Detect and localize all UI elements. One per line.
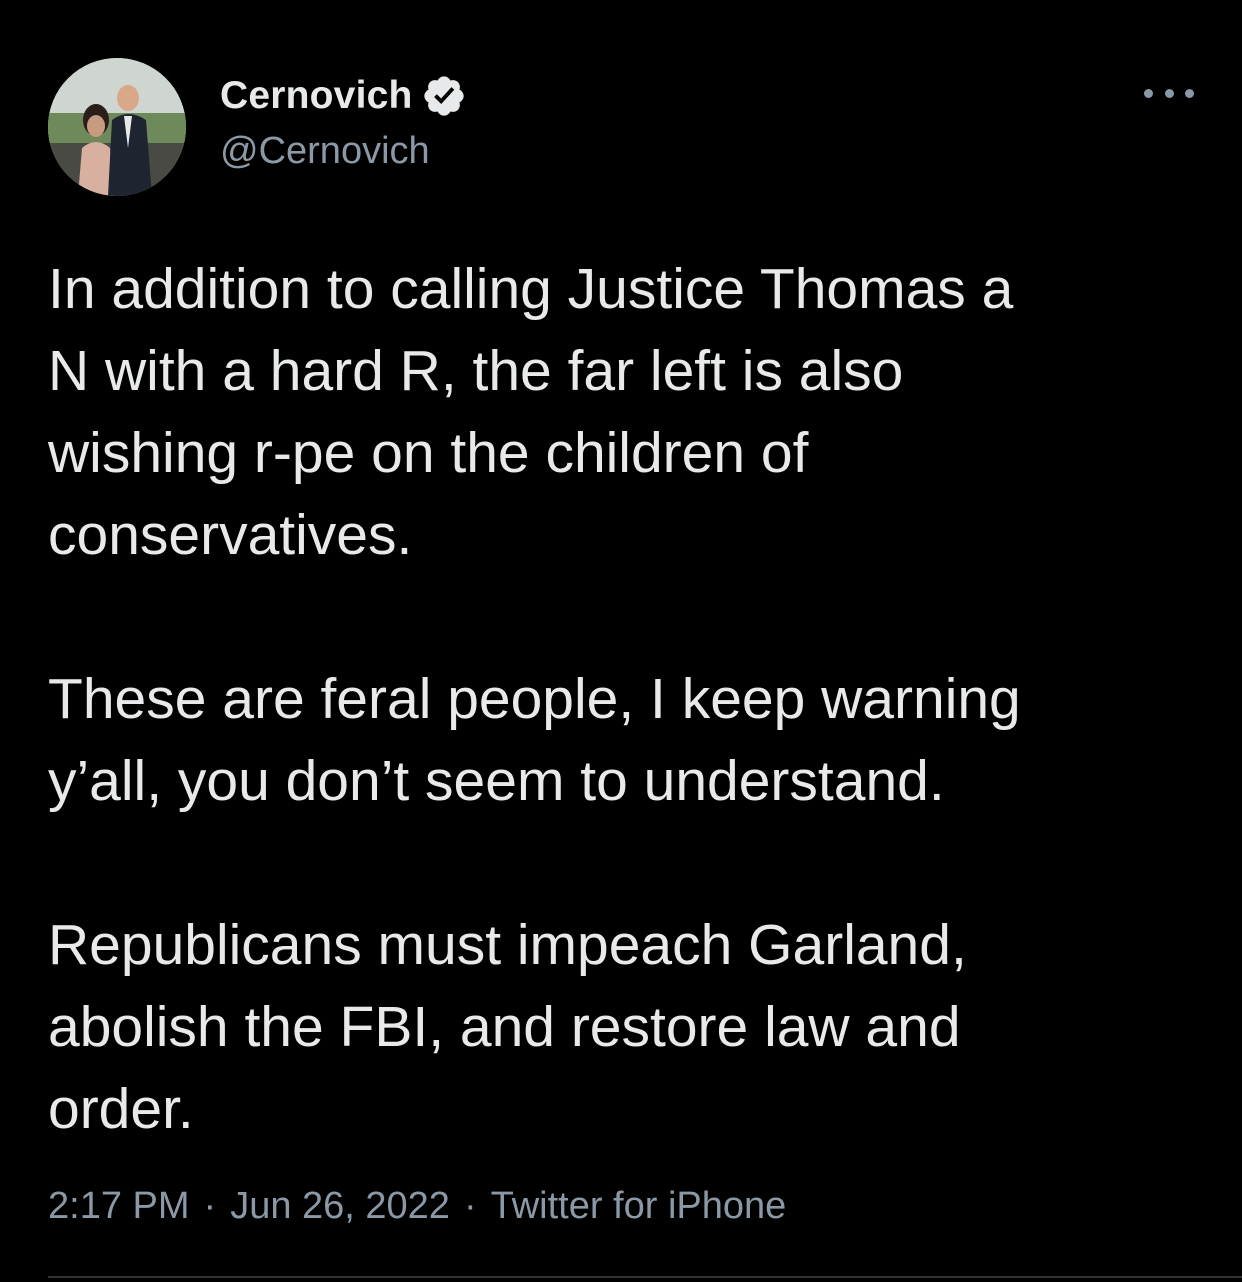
tweet-header: Cernovich @Cernovich bbox=[48, 58, 1194, 198]
display-name[interactable]: Cernovich bbox=[220, 74, 413, 118]
display-name-row: Cernovich bbox=[220, 72, 467, 120]
avatar[interactable] bbox=[48, 58, 186, 196]
user-handle[interactable]: @Cernovich bbox=[220, 128, 467, 174]
tweet-paragraph-2: These are feral people, I keep warning y… bbox=[48, 667, 1021, 813]
tweet-time[interactable]: 2:17 PM bbox=[48, 1185, 190, 1227]
tweet-metadata: 2:17 PM · Jun 26, 2022 · Twitter for iPhone bbox=[48, 1178, 786, 1234]
avatar-photo bbox=[48, 58, 186, 196]
more-options-icon[interactable] bbox=[1144, 78, 1194, 108]
more-dot bbox=[1144, 88, 1153, 98]
tweet: Cernovich @Cernovich In addition to call… bbox=[0, 0, 1242, 1282]
tweet-text: In addition to calling Justice Thomas a … bbox=[48, 248, 1198, 1150]
meta-separator: · bbox=[203, 1185, 217, 1227]
verified-badge-icon bbox=[421, 73, 467, 119]
user-names: Cernovich @Cernovich bbox=[220, 72, 467, 174]
tweet-paragraph-3: Republicans must impeach Garland, abolis… bbox=[48, 913, 967, 1141]
more-dot bbox=[1185, 88, 1194, 98]
tweet-source[interactable]: Twitter for iPhone bbox=[491, 1185, 787, 1227]
divider bbox=[48, 1276, 1242, 1278]
more-dot bbox=[1164, 88, 1174, 98]
meta-separator: · bbox=[463, 1185, 477, 1227]
tweet-date[interactable]: Jun 26, 2022 bbox=[230, 1185, 450, 1227]
tweet-paragraph-1: In addition to calling Justice Thomas a … bbox=[48, 257, 1014, 567]
